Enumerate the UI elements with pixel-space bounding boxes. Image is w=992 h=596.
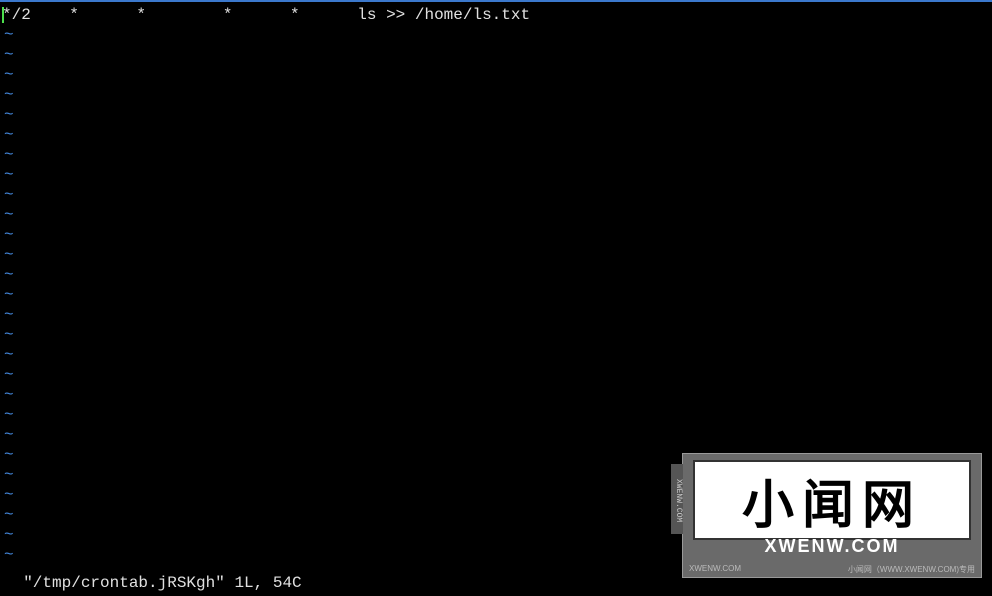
empty-line-tilde: ~ [0,105,992,125]
watermark-container: XWENW.COM 小闻网 XWENW.COM XWENW.COM 小闻网（WW… [682,453,982,578]
empty-line-tilde: ~ [0,425,992,445]
crontab-entry: */2 * * * * ls >> /home/ls.txt [2,6,530,24]
vim-status-line: "/tmp/crontab.jRSKgh" 1L, 54C [4,556,302,592]
watermark-footer: XWENW.COM 小闻网（WWW.XWENW.COM)专用 [689,564,975,575]
empty-line-tilde: ~ [0,25,992,45]
watermark-main-box: 小闻网 [693,460,971,540]
window-top-border [0,0,992,2]
empty-line-tilde: ~ [0,205,992,225]
editor-content-line[interactable]: */2 * * * * ls >> /home/ls.txt [0,5,992,25]
empty-line-tilde: ~ [0,285,992,305]
empty-line-tilde: ~ [0,305,992,325]
empty-line-tilde: ~ [0,245,992,265]
empty-line-tilde: ~ [0,345,992,365]
empty-line-tilde: ~ [0,45,992,65]
watermark-subtitle: XWENW.COM [683,536,981,557]
watermark-footer-right: 小闻网（WWW.XWENW.COM)专用 [848,564,975,575]
empty-line-tilde: ~ [0,165,992,185]
empty-line-tilde: ~ [0,145,992,165]
empty-line-tilde: ~ [0,365,992,385]
file-info: "/tmp/crontab.jRSKgh" 1L, 54C [23,574,301,592]
empty-line-tilde: ~ [0,85,992,105]
empty-line-tilde: ~ [0,65,992,85]
watermark-title: 小闻网 [742,463,922,538]
empty-line-tilde: ~ [0,325,992,345]
empty-line-tilde: ~ [0,125,992,145]
watermark-footer-left: XWENW.COM [689,564,741,575]
empty-line-tilde: ~ [0,405,992,425]
empty-line-tilde: ~ [0,265,992,285]
empty-line-tilde: ~ [0,185,992,205]
empty-line-tilde: ~ [0,385,992,405]
watermark-side-tab: XWENW.COM [671,464,683,534]
empty-line-tilde: ~ [0,225,992,245]
